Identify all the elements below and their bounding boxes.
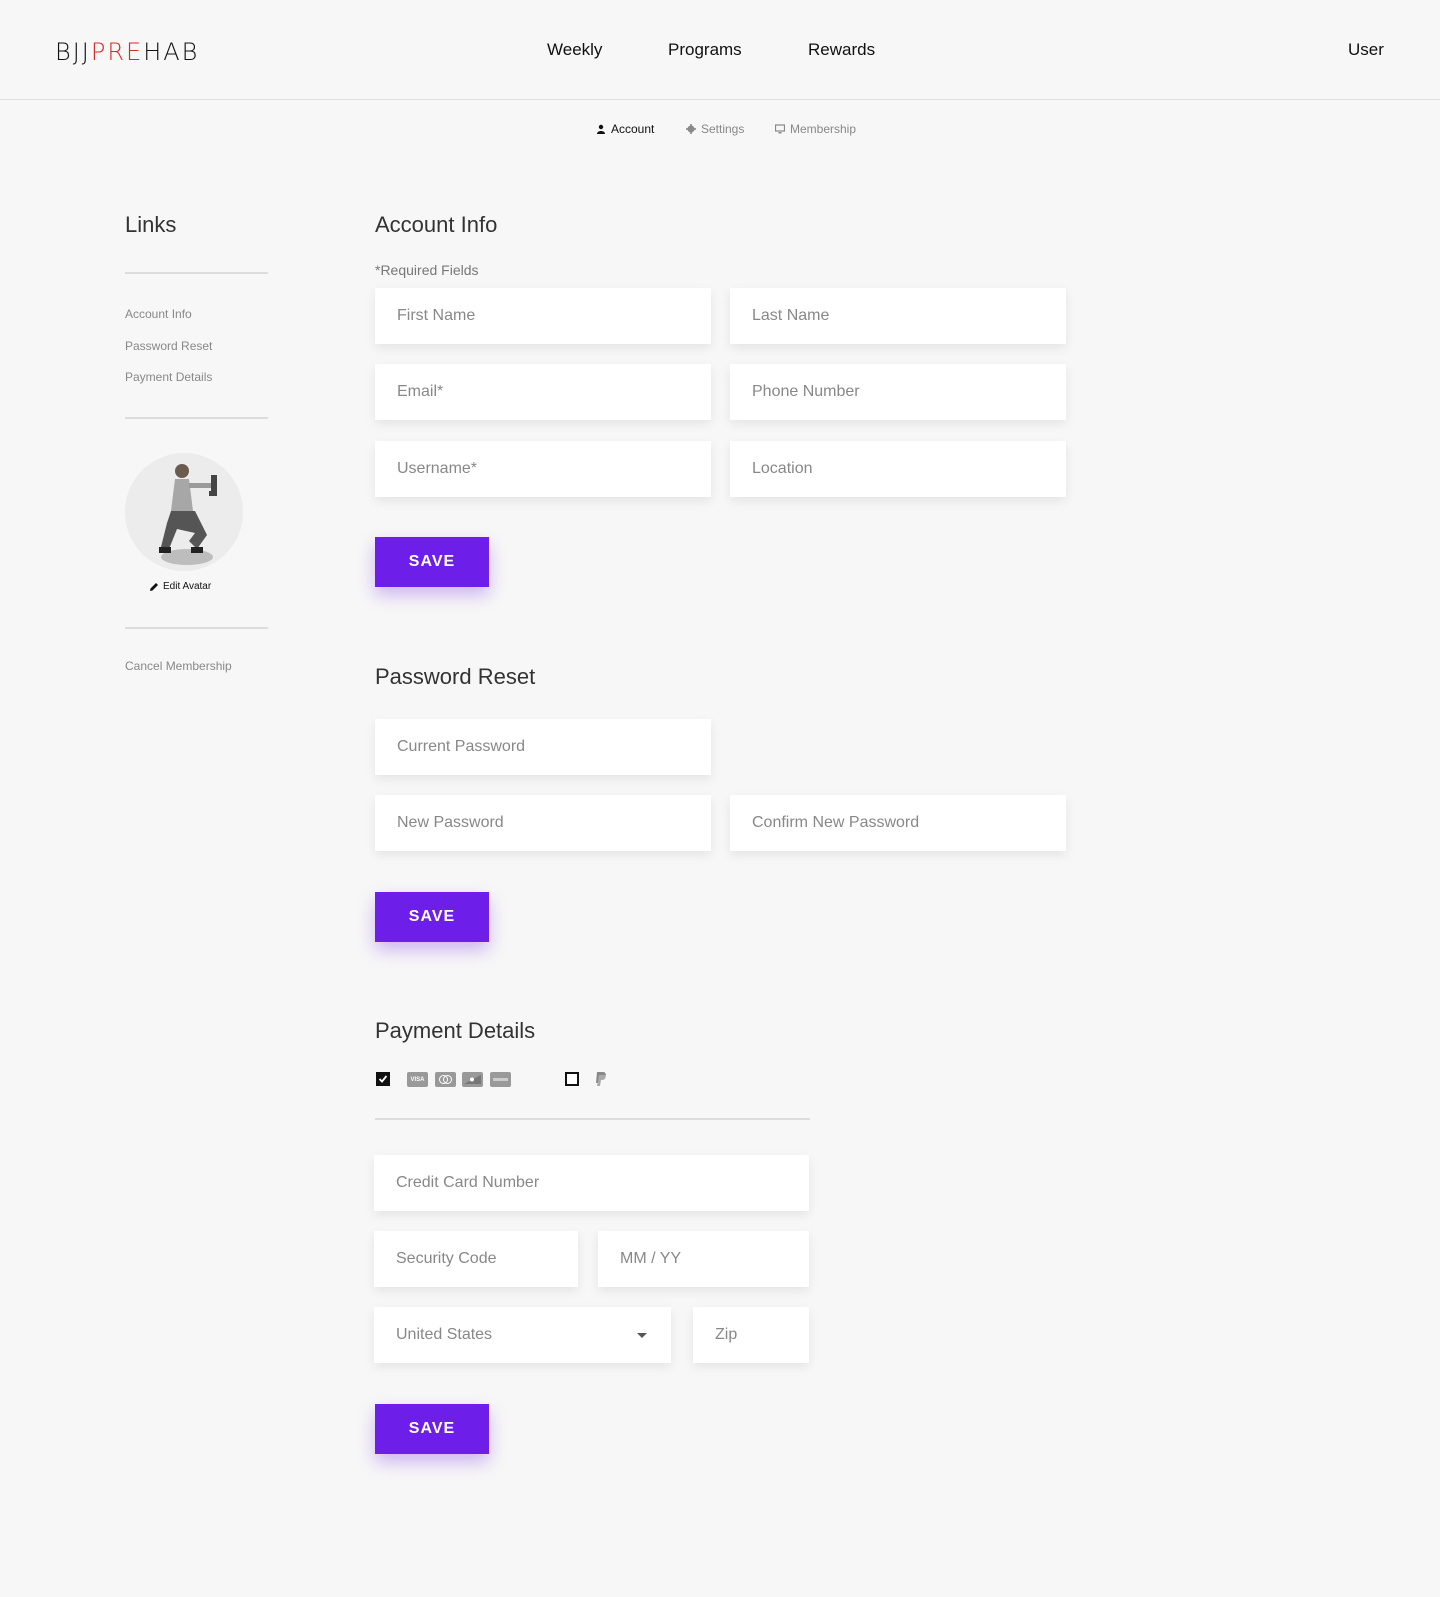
subnav-account[interactable]: Account <box>596 122 654 136</box>
mastercard-icon <box>435 1072 456 1087</box>
save-password-button[interactable]: SAVE <box>375 892 489 942</box>
nav-user[interactable]: User <box>1348 40 1384 60</box>
required-fields-note: *Required Fields <box>375 262 479 278</box>
subnav-membership[interactable]: Membership <box>775 122 856 136</box>
top-bar: BJJPREHAB Weekly Programs Rewards User <box>0 0 1440 100</box>
subnav-membership-label: Membership <box>790 122 857 136</box>
new-password-field[interactable]: New Password <box>375 795 711 851</box>
country-select[interactable]: United States <box>374 1307 671 1363</box>
chevron-down-icon <box>637 1333 647 1338</box>
sidebar-title: Links <box>125 212 177 237</box>
gear-icon <box>686 124 696 134</box>
location-field[interactable]: Location <box>730 441 1066 497</box>
payment-details-title: Payment Details <box>375 1018 536 1043</box>
sidebar-divider <box>125 272 268 274</box>
expiry-field[interactable]: MM / YY <box>598 1231 809 1287</box>
avatar-image <box>125 453 243 571</box>
paypal-icon <box>596 1072 606 1086</box>
nav-weekly[interactable]: Weekly <box>547 40 602 60</box>
sidebar-divider <box>125 417 268 419</box>
subnav-settings[interactable]: Settings <box>686 122 744 136</box>
email-field[interactable]: Email* <box>375 364 711 420</box>
pencil-icon <box>150 582 158 591</box>
payment-divider <box>375 1118 810 1120</box>
current-password-field[interactable]: Current Password <box>375 719 711 775</box>
account-info-title: Account Info <box>375 212 498 237</box>
edit-avatar-link[interactable]: Edit Avatar <box>149 581 211 592</box>
sidebar-link-payment-details[interactable]: Payment Details <box>125 370 212 384</box>
first-name-field[interactable]: First Name <box>375 288 711 344</box>
save-payment-button[interactable]: SAVE <box>375 1404 489 1454</box>
paypal-checkbox[interactable] <box>565 1072 579 1086</box>
card-checkbox[interactable] <box>376 1072 390 1086</box>
logo-part-pre: PRE <box>90 38 144 66</box>
monitor-icon <box>775 124 785 134</box>
user-icon <box>597 124 605 134</box>
sidebar-divider <box>125 627 268 629</box>
last-name-field[interactable]: Last Name <box>730 288 1066 344</box>
discover-icon <box>462 1072 483 1087</box>
sidebar-link-account-info[interactable]: Account Info <box>125 307 192 321</box>
country-select-value: United States <box>396 1326 493 1343</box>
confirm-password-field[interactable]: Confirm New Password <box>730 795 1066 851</box>
sidebar-link-password-reset[interactable]: Password Reset <box>125 339 212 353</box>
phone-field[interactable]: Phone Number <box>730 364 1066 420</box>
visa-icon: VISA <box>407 1072 428 1087</box>
password-reset-title: Password Reset <box>375 664 536 689</box>
edit-avatar-label: Edit Avatar <box>163 581 212 592</box>
amex-icon <box>490 1072 511 1087</box>
logo-part-bjj: BJJ <box>55 38 91 66</box>
security-code-field[interactable]: Security Code <box>374 1231 578 1287</box>
save-account-button[interactable]: SAVE <box>375 537 489 587</box>
subnav-account-label: Account <box>611 122 655 136</box>
logo[interactable]: BJJPREHAB <box>55 38 199 66</box>
credit-card-field[interactable]: Credit Card Number <box>374 1155 809 1211</box>
avatar <box>125 453 243 571</box>
subnav-settings-label: Settings <box>701 122 745 136</box>
cancel-membership-link[interactable]: Cancel Membership <box>125 659 232 673</box>
logo-part-hab: HAB <box>143 38 200 66</box>
payment-method-row: VISA <box>376 1071 676 1087</box>
nav-rewards[interactable]: Rewards <box>808 40 875 60</box>
username-field[interactable]: Username* <box>375 441 711 497</box>
check-icon <box>378 1075 388 1083</box>
nav-programs[interactable]: Programs <box>668 40 742 60</box>
zip-field[interactable]: Zip <box>693 1307 809 1363</box>
